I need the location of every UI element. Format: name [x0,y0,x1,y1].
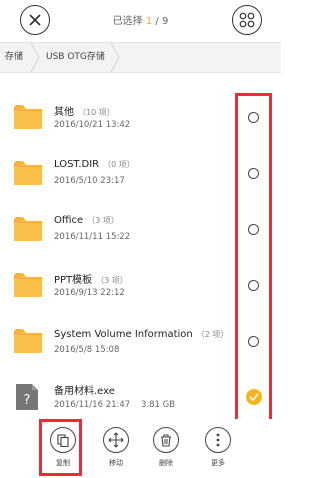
more-button[interactable]: 更多 [198,427,238,468]
folder-icon [14,105,42,129]
folder-icon [14,329,42,353]
breadcrumb-chevron-icon [30,43,40,72]
file-name-text: PPT模板 [54,275,93,286]
file-name: Office （3 项） [54,215,119,226]
breadcrumb-chevron-icon [110,43,120,72]
move-icon [103,427,129,453]
grid-icon [239,12,255,28]
selection-title-prefix: 已选择 [112,16,143,27]
selection-column-highlight [235,93,272,427]
folder-icon [14,273,42,297]
file-name: System Volume Information （2 项） [54,329,228,340]
file-name: 备用材料.exe [54,382,115,397]
file-name-text: 其他 [54,107,74,118]
delete-button[interactable]: 删除 [146,427,186,468]
file-date: 2016/11/11 15:22 [54,232,131,242]
more-icon [205,427,231,453]
breadcrumb: 存储 USB OTG存储 [0,42,281,73]
file-name: LOST.DIR （0 项） [54,159,135,170]
file-date: 2016/9/13 22:12 [54,288,125,298]
file-name-text: System Volume Information [54,329,193,340]
file-name-text: Office [54,215,84,226]
item-count: （3 项） [87,216,119,225]
svg-text:?: ? [24,393,31,408]
delete-label: 删除 [159,459,173,467]
select-all-button[interactable] [232,5,262,35]
unknown-file-icon: ? [16,384,38,410]
move-label: 移动 [109,459,123,467]
top-bar: 已选择 1 / 9 [0,0,281,40]
selected-count: 1 [145,16,153,27]
item-count: （0 项） [103,160,135,169]
item-count: （10 项） [78,108,115,117]
file-date: 2016/5/8 15:08 [54,345,120,355]
file-date-size: 2016/11/16 21:47 3.81 GB [54,400,176,410]
file-date: 2016/5/10 23:17 [54,176,125,186]
copy-button-highlight [39,419,82,476]
folder-icon [14,161,42,185]
trash-icon [153,427,179,453]
breadcrumb-usb-otg[interactable]: USB OTG存储 [46,43,105,72]
file-name: PPT模板 （3 项） [54,271,128,286]
more-label: 更多 [211,459,225,467]
file-date: 2016/10/21 13:42 [54,120,131,130]
breadcrumb-storage[interactable]: 存储 [5,43,23,72]
move-button[interactable]: 移动 [96,427,136,468]
file-name-text: LOST.DIR [54,159,100,170]
file-name-text: 备用材料.exe [54,386,115,397]
item-count: （2 项） [196,330,229,339]
folder-icon [14,217,42,241]
file-name: 其他 （10 项） [54,103,115,118]
item-count: （3 项） [96,276,128,285]
selection-total: / 9 [155,16,169,27]
